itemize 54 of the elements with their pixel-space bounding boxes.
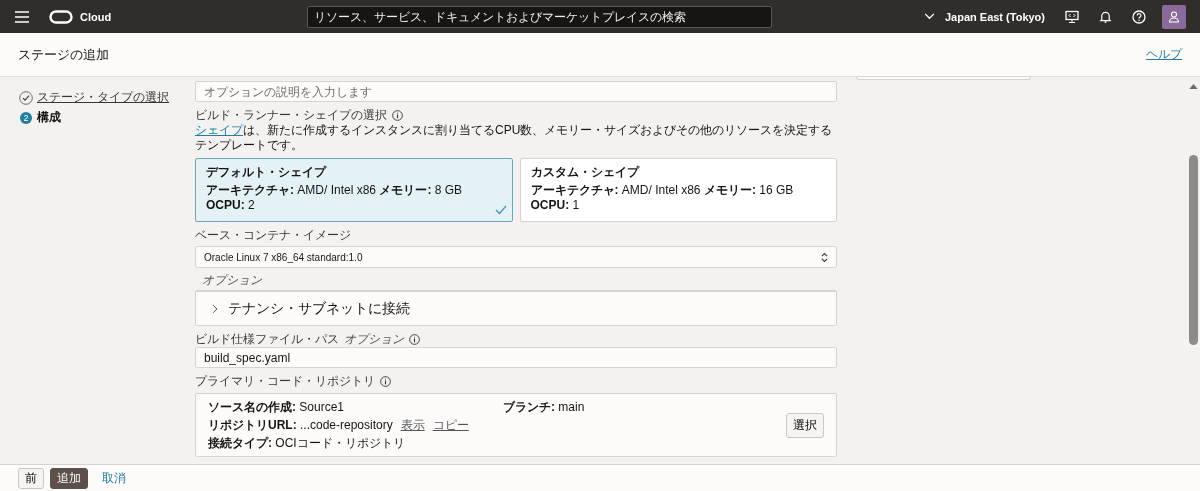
menu-icon[interactable] <box>15 10 29 23</box>
step-link[interactable]: 構成 <box>37 109 61 126</box>
card-detail: OCPU: 2 <box>206 198 256 213</box>
cancel-link[interactable]: 取消 <box>102 470 126 486</box>
step-link[interactable]: ステージ・タイプの選択 <box>37 89 169 106</box>
updown-icon <box>821 251 828 263</box>
card-detail: アーキテクチャ: AMD/ Intel x86 メモリー: 16 GB <box>530 183 795 198</box>
repo-detail: ソース名の作成: Source1 <box>208 399 346 415</box>
previous-button[interactable]: 前 <box>18 467 44 489</box>
card-detail: OCPU: 1 <box>530 198 581 213</box>
scroll-thumb[interactable] <box>1189 155 1198 345</box>
chevron-right-icon <box>212 303 218 314</box>
field-label: ビルド・ランナー・シェイプの選択 <box>195 107 387 124</box>
logo-icon[interactable] <box>49 9 73 24</box>
help-icon[interactable] <box>1132 9 1146 24</box>
repo-detail: ブランチ: main <box>503 399 586 415</box>
shape-card[interactable]: デフォルト・シェイプ アーキテクチャ: AMD/ Intel x86 メモリー: 8 GB OCPU: 2 <box>195 158 513 222</box>
help-link[interactable]: ヘルプ <box>1146 46 1182 63</box>
card-title: デフォルト・シェイプ <box>206 165 328 180</box>
section-title: テナンシ・サブネットに接続 <box>228 299 410 318</box>
shape-link[interactable]: シェイプ <box>195 123 243 137</box>
step-number: 2 <box>20 111 32 124</box>
field-label: ベース・コンテナ・イメージ <box>195 228 352 243</box>
info-icon[interactable] <box>392 110 403 121</box>
brand-name[interactable]: Cloud <box>80 10 112 23</box>
field-label: ビルド仕様ファイル・パス <box>195 331 339 348</box>
view-link[interactable]: 表示 <box>400 417 425 433</box>
help-text: シェイプは、新たに作成するインスタンスに割り当てるCPU数、メモリー・サイズおよびその他のリソースを決定するテンプレートです。 <box>195 123 834 153</box>
repo-detail: リポジトリURL: ...code-repository <box>208 417 393 433</box>
card-detail: アーキテクチャ: AMD/ Intel x86 メモリー: 8 GB <box>206 183 464 198</box>
copy-link[interactable]: コピー <box>432 417 469 433</box>
field-label: プライマリ・コード・リポジトリ <box>195 373 375 390</box>
chevron-down-icon[interactable] <box>923 13 935 20</box>
search-field[interactable]: リソース、サービス、ドキュメントおよびマーケットプレイスの検索 <box>307 5 773 28</box>
add-button[interactable]: 追加 <box>50 467 88 489</box>
avatar-icon[interactable] <box>1162 4 1186 29</box>
description-field[interactable]: オプションの説明を入力します <box>195 81 837 102</box>
page-title: ステージの追加 <box>18 45 109 64</box>
image-select[interactable]: Oracle Linux 7 x86_64 standard:1.0 <box>195 246 837 268</box>
scroll-up-icon[interactable] <box>1189 84 1198 89</box>
monitor-icon[interactable] <box>1065 9 1079 24</box>
section-caption: オプション <box>202 273 263 288</box>
check-icon <box>494 205 507 215</box>
collapsible-section[interactable]: テナンシ・サブネットに接続 <box>195 290 837 326</box>
build-spec-field[interactable]: build_spec.yaml <box>195 347 837 368</box>
shape-card[interactable]: カスタム・シェイプ アーキテクチャ: AMD/ Intel x86 メモリー: 16 GB OCPU: 1 <box>519 158 837 222</box>
select-button[interactable]: 選択 <box>786 412 824 438</box>
info-icon[interactable] <box>409 334 420 345</box>
optional-label: オプション <box>344 331 404 348</box>
region-selector[interactable]: Japan East (Tokyo) <box>944 10 1045 23</box>
info-icon[interactable] <box>380 376 391 387</box>
repo-detail: 接続タイプ: OCIコード・リポジトリ <box>208 435 406 451</box>
bell-icon[interactable] <box>1099 9 1112 24</box>
card-title: カスタム・シェイプ <box>530 165 641 180</box>
